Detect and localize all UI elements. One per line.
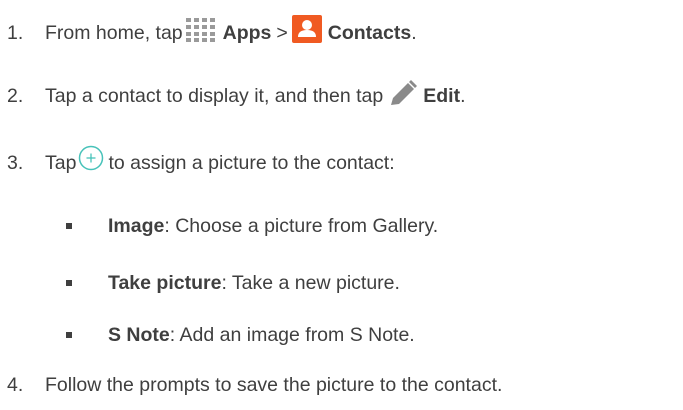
option-desc: : Add an image from S Note.: [169, 323, 415, 346]
pencil-icon: [387, 79, 418, 107]
apps-label: Apps: [222, 21, 272, 44]
step-text-pre: From home, tap: [45, 21, 183, 44]
add-circle-icon: [78, 145, 104, 171]
option-text: S Note : Add an image from S Note.: [108, 324, 415, 347]
contacts-label: Contacts: [327, 21, 412, 44]
option-label: Take picture: [108, 271, 222, 294]
step-text-pre: Tap: [45, 151, 77, 174]
option-desc: : Take a new picture.: [221, 271, 400, 294]
step-text: Tap to assign a picture to the contact:: [45, 145, 395, 181]
option-text: Take picture : Take a new picture.: [108, 272, 400, 295]
separator: >: [276, 21, 288, 44]
step-number: 3.: [7, 151, 24, 174]
step-number: 1.: [7, 21, 24, 44]
step-number: 4.: [7, 373, 24, 396]
apps-grid-icon: [185, 17, 219, 43]
option-desc: : Choose a picture from Gallery.: [164, 214, 439, 237]
bullet: [66, 332, 72, 338]
step-text: From home, tap Apps > Contacts .: [45, 15, 417, 51]
contacts-icon: [291, 15, 322, 43]
option-text: Image : Choose a picture from Gallery.: [108, 215, 438, 238]
step-text-pre: Tap a contact to display it, and then ta…: [45, 84, 384, 107]
option-label: Image: [108, 214, 165, 237]
bullet: [66, 280, 72, 286]
step-number: 2.: [7, 84, 24, 107]
step-text-post: .: [411, 21, 417, 44]
step-text: Follow the prompts to save the picture t…: [45, 373, 503, 396]
option-label: S Note: [108, 323, 170, 346]
step-text: Tap a contact to display it, and then ta…: [45, 79, 466, 113]
step-text-post: .: [460, 84, 466, 107]
edit-label: Edit: [423, 84, 461, 107]
bullet: [66, 223, 72, 229]
step-text-post: to assign a picture to the contact:: [108, 151, 395, 174]
